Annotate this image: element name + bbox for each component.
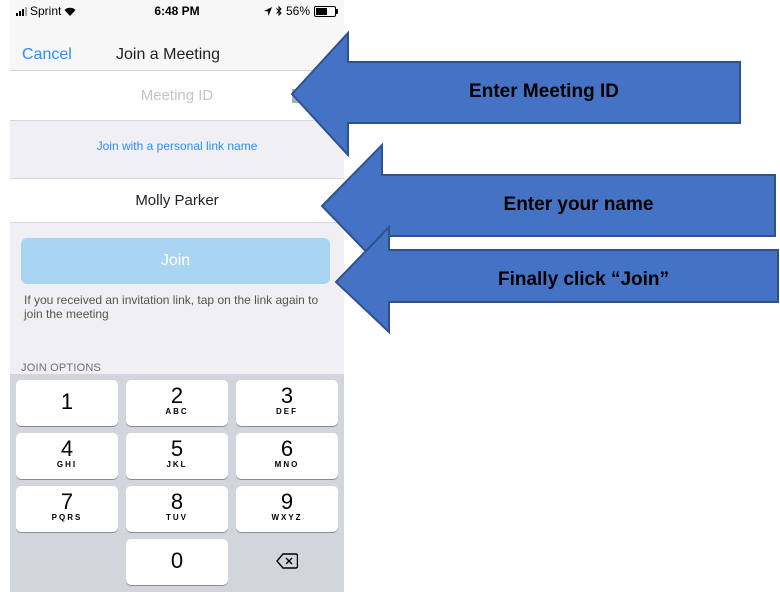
callout-name: Enter your name bbox=[503, 194, 654, 215]
callout-meeting-id: Enter Meeting ID bbox=[469, 81, 619, 102]
callout-join: Finally click “Join” bbox=[497, 269, 670, 290]
